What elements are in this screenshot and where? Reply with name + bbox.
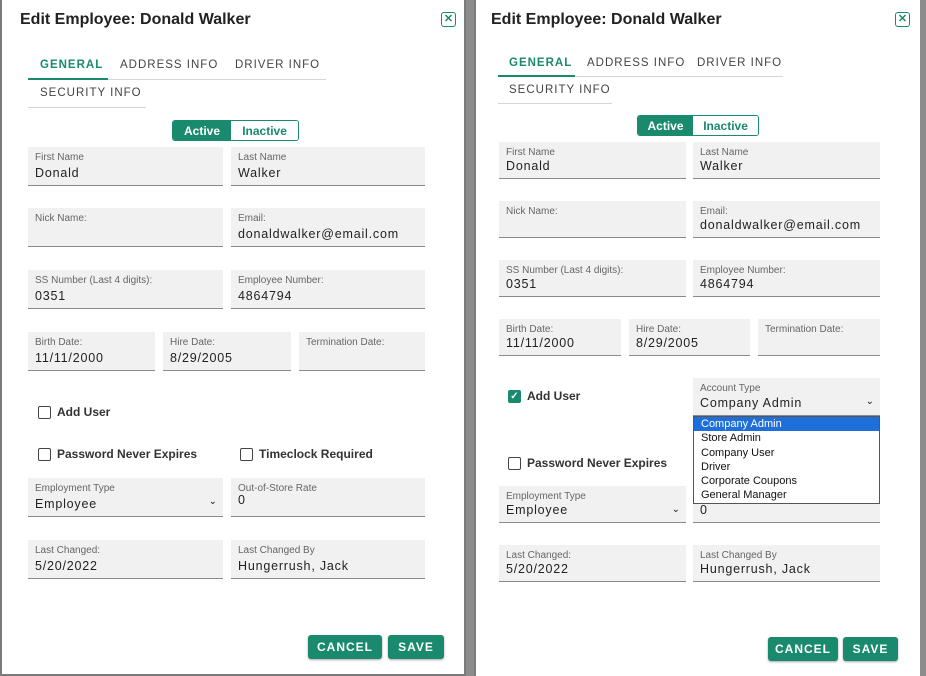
birth-date-field[interactable]: Birth Date: 11/11/2000 [499,319,621,356]
tab-divider [108,79,326,80]
tab-driver-info[interactable]: DRIVER INFO [697,57,782,69]
password-never-expires-checkbox[interactable]: Password Never Expires [508,456,667,470]
close-icon[interactable]: ✕ [441,12,456,27]
tab-divider [498,103,612,104]
password-never-expires-checkbox[interactable]: Password Never Expires [38,447,197,461]
termination-date-field[interactable]: Termination Date: [758,319,880,356]
tab-divider [575,76,783,77]
status-toggle: Active Inactive [637,115,759,136]
tab-security-info[interactable]: SECURITY INFO [40,87,142,99]
add-user-checkbox[interactable]: Add User [38,405,110,419]
nick-name-field[interactable]: Nick Name: [28,208,223,247]
cancel-button[interactable]: CANCEL [768,637,838,661]
chevron-down-icon: ⌄ [671,504,680,515]
account-type-option[interactable]: Corporate Coupons [694,474,879,488]
first-name-field[interactable]: First Name Donald [28,147,223,186]
employee-number-field[interactable]: Employee Number: 4864794 [693,260,880,297]
chevron-down-icon: ⌄ [208,496,217,507]
active-tab-indicator [498,75,575,77]
tab-general[interactable]: GENERAL [509,57,572,69]
account-type-option[interactable]: General Manager [694,488,879,502]
status-toggle: Active Inactive [172,120,299,141]
dialog-title: Edit Employee: Donald Walker [491,11,722,28]
last-name-field[interactable]: Last Name Walker [693,142,880,179]
active-toggle-button[interactable]: Active [638,116,694,135]
last-name-field[interactable]: Last Name Walker [231,147,425,186]
checkbox-box[interactable] [508,456,521,470]
save-button[interactable]: SAVE [388,635,444,659]
add-user-checkbox[interactable]: ✓ Add User [508,389,580,403]
active-tab-indicator [28,78,108,80]
tab-divider [28,107,146,108]
inactive-toggle-button[interactable]: Inactive [231,121,298,140]
last-changed-field: Last Changed: 5/20/2022 [28,540,223,579]
checkmark-icon[interactable]: ✓ [508,389,521,403]
employment-type-select[interactable]: Employment Type Employee ⌄ [28,478,223,517]
hire-date-field[interactable]: Hire Date: 8/29/2005 [163,332,291,371]
out-of-store-rate-field[interactable]: Out-of-Store Rate 0 [231,478,425,517]
hire-date-field[interactable]: Hire Date: 8/29/2005 [629,319,750,356]
checkbox-box[interactable] [38,405,51,419]
close-icon[interactable]: ✕ [895,12,910,27]
inactive-toggle-button[interactable]: Inactive [693,116,758,135]
account-type-option[interactable]: Company Admin [694,417,879,432]
tab-security-info[interactable]: SECURITY INFO [509,84,611,96]
tab-address-info[interactable]: ADDRESS INFO [587,57,685,69]
account-type-select[interactable]: Account Type Company Admin ⌄ [693,378,880,416]
account-type-option[interactable]: Driver [694,460,879,474]
checkbox-box[interactable] [38,447,51,461]
nick-name-field[interactable]: Nick Name: [499,201,686,238]
account-type-option[interactable]: Company User [694,446,879,460]
tab-address-info[interactable]: ADDRESS INFO [120,59,218,71]
account-type-dropdown: Company Admin Store Admin Company User D… [693,416,880,504]
timeclock-required-checkbox[interactable]: Timeclock Required [240,447,373,461]
email-field[interactable]: Email: donaldwalker@email.com [231,208,425,247]
employment-type-select[interactable]: Employment Type Employee ⌄ [499,486,686,523]
last-changed-field: Last Changed: 5/20/2022 [499,545,686,582]
last-changed-by-field: Last Changed By Hungerrush, Jack [231,540,425,579]
active-toggle-button[interactable]: Active [173,121,232,140]
last-changed-by-field: Last Changed By Hungerrush, Jack [693,545,880,582]
birth-date-field[interactable]: Birth Date: 11/11/2000 [28,332,155,371]
save-button[interactable]: SAVE [843,637,898,661]
termination-date-field[interactable]: Termination Date: [299,332,425,371]
tab-general[interactable]: GENERAL [40,59,103,71]
ss-number-field[interactable]: SS Number (Last 4 digits): 0351 [28,270,223,309]
ss-number-field[interactable]: SS Number (Last 4 digits): 0351 [499,260,686,297]
chevron-down-icon: ⌄ [865,396,874,407]
checkbox-box[interactable] [240,447,253,461]
email-field[interactable]: Email: donaldwalker@email.com [693,201,880,238]
account-type-option[interactable]: Store Admin [694,431,879,445]
cancel-button[interactable]: CANCEL [308,635,382,659]
employee-number-field[interactable]: Employee Number: 4864794 [231,270,425,309]
first-name-field[interactable]: First Name Donald [499,142,686,179]
tab-driver-info[interactable]: DRIVER INFO [235,59,320,71]
dialog-title: Edit Employee: Donald Walker [20,11,251,28]
